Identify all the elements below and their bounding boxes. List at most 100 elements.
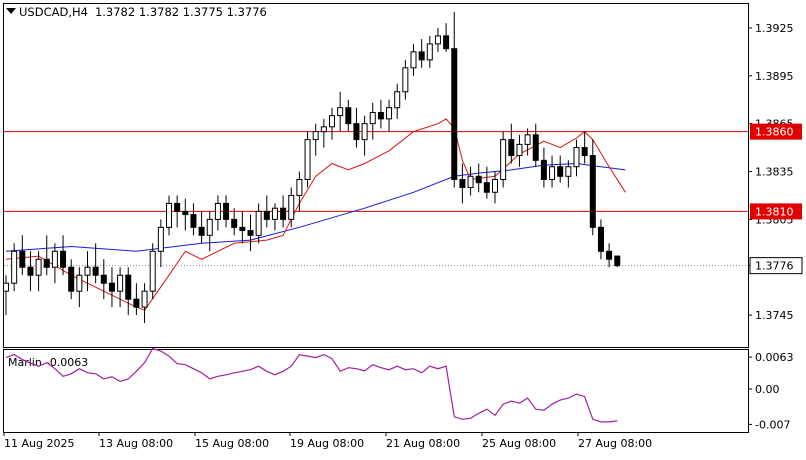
time-axis: 11 Aug 2025 13 Aug 08:00 15 Aug 08:00 19 Au… <box>3 432 652 450</box>
candle[interactable] <box>483 166 490 199</box>
candle[interactable] <box>117 267 124 308</box>
candle[interactable] <box>394 83 401 119</box>
candle[interactable] <box>68 259 75 300</box>
candle[interactable] <box>190 203 197 236</box>
candle[interactable] <box>500 131 507 188</box>
candle[interactable] <box>402 59 409 100</box>
candle[interactable] <box>223 195 230 228</box>
candle[interactable] <box>320 118 327 148</box>
candle[interactable] <box>157 219 164 268</box>
candle[interactable] <box>467 166 474 196</box>
candle[interactable] <box>84 251 91 292</box>
candle-body-bear <box>92 266 99 276</box>
candle-body-bear <box>182 210 189 216</box>
candle[interactable] <box>271 203 278 231</box>
candle-body-bear <box>475 175 482 184</box>
chevron-down-icon[interactable] <box>6 8 16 14</box>
candle[interactable] <box>166 195 172 236</box>
candle-body-bull <box>296 178 303 196</box>
candle[interactable] <box>597 219 604 260</box>
candle-body-bear <box>443 35 450 50</box>
price-badges: 1.3860 1.3810 1.3776 <box>749 123 803 275</box>
candle[interactable] <box>43 235 50 276</box>
candle[interactable] <box>3 275 9 316</box>
candle[interactable] <box>312 123 319 156</box>
candle[interactable] <box>345 99 352 132</box>
candle-body-bear <box>606 250 613 260</box>
candle[interactable] <box>329 107 335 140</box>
candle-body-bear <box>239 226 246 232</box>
candle-body-bull <box>304 139 311 180</box>
candle[interactable] <box>508 123 515 164</box>
candle[interactable] <box>386 99 393 132</box>
candle[interactable] <box>231 208 238 236</box>
candle-body-bull <box>329 115 335 128</box>
candle[interactable] <box>369 102 376 140</box>
candle[interactable] <box>516 134 523 167</box>
price-chart-canvas[interactable]: USDCAD,H4 1.3782 1.3782 1.3775 1.3776 Mar… <box>0 0 806 456</box>
candle[interactable] <box>361 115 368 156</box>
candle[interactable] <box>443 23 450 52</box>
candle-body-bull <box>214 202 221 220</box>
candle[interactable] <box>280 195 287 228</box>
time-tick-label: 21 Aug 08:00 <box>386 437 460 450</box>
candle-body-bear <box>459 178 466 188</box>
candle-body-bear <box>418 51 425 61</box>
candle[interactable] <box>606 243 613 268</box>
candle[interactable] <box>174 195 181 228</box>
candle[interactable] <box>214 195 221 231</box>
candle[interactable] <box>263 195 270 228</box>
candle[interactable] <box>475 163 482 193</box>
candle[interactable] <box>19 235 26 276</box>
candle[interactable] <box>76 267 83 308</box>
candle-body-bull <box>573 147 580 168</box>
candle[interactable] <box>549 155 556 188</box>
candle[interactable] <box>589 139 596 236</box>
candle[interactable] <box>239 211 246 244</box>
candle[interactable] <box>304 131 311 188</box>
candle[interactable] <box>353 107 360 148</box>
candle[interactable] <box>418 39 425 68</box>
candle-body-bull <box>166 202 172 228</box>
candle[interactable] <box>92 243 99 284</box>
candle[interactable] <box>426 35 433 68</box>
candle[interactable] <box>206 211 213 252</box>
candle[interactable] <box>141 283 148 324</box>
candle-body-bull <box>141 290 148 308</box>
candle[interactable] <box>377 99 384 129</box>
candle[interactable] <box>614 255 621 268</box>
candle[interactable] <box>459 163 466 204</box>
candle[interactable] <box>108 267 115 308</box>
candle[interactable] <box>540 147 547 188</box>
candle[interactable] <box>337 91 344 132</box>
candle[interactable] <box>100 259 107 300</box>
candle[interactable] <box>133 283 140 316</box>
candle[interactable] <box>581 131 588 164</box>
candle[interactable] <box>524 128 531 156</box>
candle[interactable] <box>434 27 441 52</box>
candle-body-bull <box>394 91 401 109</box>
candle[interactable] <box>149 243 156 300</box>
candle[interactable] <box>288 187 295 228</box>
candle[interactable] <box>198 211 205 244</box>
candle[interactable] <box>451 11 458 188</box>
candle-body-bear <box>345 107 352 125</box>
candle[interactable] <box>573 139 580 177</box>
candle-body-bull <box>337 107 344 117</box>
candle[interactable] <box>182 198 189 231</box>
level-price-text: 1.3860 <box>755 126 794 139</box>
time-tick-label: 13 Aug 08:00 <box>99 437 173 450</box>
marlin-oscillator-line[interactable] <box>5 347 618 423</box>
candle[interactable] <box>125 267 132 316</box>
candle-body-bull <box>35 258 42 276</box>
candle[interactable] <box>296 171 303 212</box>
price-tick-label: 1.3895 <box>755 70 794 83</box>
candle[interactable] <box>410 43 417 76</box>
candle[interactable] <box>51 243 58 284</box>
candle-body-bear <box>532 134 539 161</box>
candle[interactable] <box>247 214 254 252</box>
candle-body-bear <box>19 250 26 268</box>
candle[interactable] <box>557 155 564 183</box>
candle[interactable] <box>532 123 539 167</box>
candle-body-bear <box>125 274 132 300</box>
